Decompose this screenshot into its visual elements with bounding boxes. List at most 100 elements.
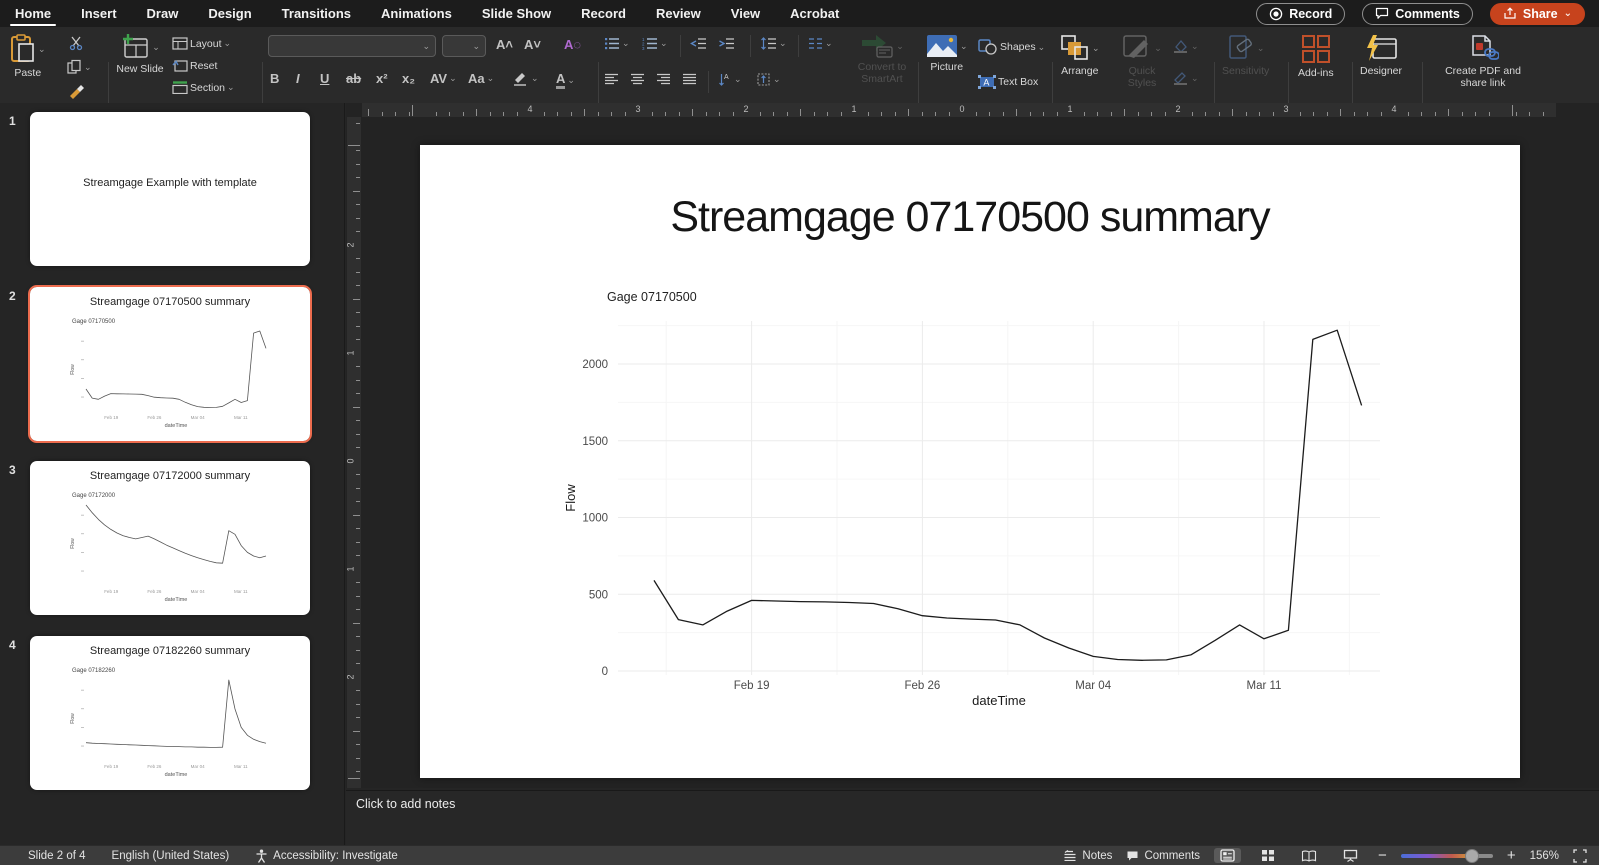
columns-button[interactable]: ⌄ bbox=[808, 37, 833, 50]
slide-thumbnail-3[interactable]: Streamgage 07172000 summaryGage 07172000… bbox=[30, 461, 310, 615]
record-button[interactable]: Record bbox=[1256, 3, 1345, 25]
create-pdf-button[interactable]: Create PDF and share link bbox=[1438, 34, 1528, 89]
ruler-tick bbox=[409, 112, 410, 116]
ruler-tick bbox=[760, 112, 761, 116]
comments-toggle[interactable]: Comments bbox=[1126, 850, 1200, 862]
format-painter-button[interactable] bbox=[68, 83, 86, 99]
quick-styles-button[interactable]: ⌄ Quick Styles bbox=[1116, 34, 1168, 89]
shape-outline-button[interactable]: ⌄ bbox=[1172, 71, 1199, 85]
highlight-color-button[interactable]: ⌄ bbox=[512, 71, 539, 86]
ruler-tick bbox=[1259, 112, 1260, 116]
increase-indent-button[interactable] bbox=[718, 37, 735, 50]
notes-panel[interactable]: Click to add notes bbox=[346, 790, 1599, 845]
shapes-button[interactable]: Shapes ⌄ bbox=[978, 39, 1045, 55]
align-center-button[interactable] bbox=[630, 73, 645, 85]
slide-editor[interactable]: Streamgage 07170500 summary 050010001500… bbox=[420, 145, 1520, 778]
menu-tab-acrobat[interactable]: Acrobat bbox=[775, 0, 854, 27]
sensitivity-button[interactable]: ⌄ Sensitivity bbox=[1222, 34, 1269, 77]
align-text-vertical-button[interactable]: ⌄ bbox=[756, 73, 781, 86]
designer-button[interactable]: Designer bbox=[1360, 34, 1402, 77]
layout-button[interactable]: Layout ⌄ bbox=[172, 37, 231, 50]
line-spacing-button[interactable]: ⌄ bbox=[760, 37, 787, 50]
arrange-button[interactable]: ⌄ Arrange bbox=[1060, 34, 1100, 77]
justify-button[interactable] bbox=[682, 73, 697, 85]
comments-button[interactable]: Comments bbox=[1362, 3, 1473, 25]
slideshow-view-button[interactable] bbox=[1337, 848, 1364, 863]
zoom-in-button[interactable]: + bbox=[1507, 847, 1516, 864]
bullet-list-button[interactable]: ⌄ bbox=[604, 37, 630, 50]
menu-tab-review[interactable]: Review bbox=[641, 0, 716, 27]
new-slide-button[interactable]: ⌄ New Slide bbox=[112, 34, 168, 75]
share-button[interactable]: Share ⌄ bbox=[1490, 3, 1585, 25]
ruler-tick bbox=[922, 112, 923, 116]
ruler-tick bbox=[517, 112, 518, 116]
ruler-edge-tick bbox=[348, 145, 360, 146]
bold-button[interactable]: B bbox=[270, 71, 279, 86]
superscript-button[interactable]: x² bbox=[376, 71, 388, 86]
menu-tab-transitions[interactable]: Transitions bbox=[267, 0, 366, 27]
align-right-button[interactable] bbox=[656, 73, 671, 85]
zoom-level[interactable]: 156% bbox=[1530, 850, 1559, 862]
align-left-button[interactable] bbox=[604, 73, 619, 85]
text-direction-button[interactable]: A ⌄ bbox=[718, 73, 742, 86]
ruler-tick bbox=[395, 112, 396, 116]
notes-toggle[interactable]: Notes bbox=[1063, 850, 1112, 862]
menu-tab-slide-show[interactable]: Slide Show bbox=[467, 0, 566, 27]
menu-tab-record[interactable]: Record bbox=[566, 0, 641, 27]
flow-chart[interactable]: 0500100015002000Feb 19Feb 26Mar 04Mar 11… bbox=[560, 285, 1390, 715]
clear-formatting-button[interactable]: A◌ bbox=[564, 37, 581, 52]
slide-thumbnail-4[interactable]: Streamgage 07182260 summaryGage 07182260… bbox=[30, 636, 310, 790]
fit-slide-button[interactable] bbox=[1573, 849, 1587, 863]
slide-thumbnail-panel[interactable]: 1Streamgage Example with template2Stream… bbox=[0, 103, 345, 845]
menu-tab-design[interactable]: Design bbox=[193, 0, 266, 27]
slide-sorter-view-button[interactable] bbox=[1255, 848, 1281, 863]
ruler-tick bbox=[814, 112, 815, 116]
shape-fill-button[interactable]: ⌄ bbox=[1172, 39, 1199, 53]
slide-thumbnail-2[interactable]: Streamgage 07170500 summaryGage 07170500… bbox=[30, 287, 310, 441]
italic-button[interactable]: I bbox=[296, 71, 300, 86]
normal-view-button[interactable] bbox=[1214, 848, 1241, 863]
reading-view-button[interactable] bbox=[1295, 849, 1323, 863]
strikethrough-button[interactable]: ab bbox=[346, 71, 361, 86]
slide-title[interactable]: Streamgage 07170500 summary bbox=[420, 193, 1520, 242]
shrink-font-button[interactable]: A˅ bbox=[524, 37, 541, 52]
notes-placeholder[interactable]: Click to add notes bbox=[356, 797, 455, 811]
slide-thumbnail-1[interactable]: Streamgage Example with template bbox=[30, 112, 310, 266]
grow-font-button[interactable]: A˄ bbox=[496, 37, 513, 52]
subscript-button[interactable]: x₂ bbox=[402, 71, 415, 86]
section-button[interactable]: Section ⌄ bbox=[172, 81, 235, 94]
cut-button[interactable] bbox=[68, 35, 84, 51]
reset-button[interactable]: Reset bbox=[172, 59, 217, 72]
font-color-button[interactable]: A⌄ bbox=[556, 71, 575, 89]
numbered-list-button[interactable]: 123 ⌄ bbox=[642, 37, 668, 50]
slide-counter[interactable]: Slide 2 of 4 bbox=[28, 850, 86, 862]
change-case-button[interactable]: Aa⌄ bbox=[468, 71, 494, 86]
picture-button[interactable]: ⌄ Picture bbox=[926, 34, 968, 73]
paste-button[interactable]: ⌄ Paste bbox=[10, 34, 46, 79]
clipboard-group: ⌄ Paste ⌄ bbox=[8, 27, 104, 103]
horizontal-ruler[interactable]: 432101234 bbox=[362, 103, 1556, 117]
convert-smartart-button[interactable]: ⌄ Convert to SmartArt bbox=[850, 34, 914, 85]
new-slide-label: New Slide bbox=[116, 63, 163, 75]
copy-button[interactable]: ⌄ bbox=[66, 59, 92, 75]
menu-tab-home[interactable]: Home bbox=[0, 0, 66, 27]
ruler-tick bbox=[1205, 112, 1206, 116]
menu-items: HomeInsertDrawDesignTransitionsAnimation… bbox=[0, 0, 854, 27]
language-selector[interactable]: English (United States) bbox=[112, 850, 230, 862]
character-spacing-button[interactable]: AV⌄ bbox=[430, 71, 457, 86]
vertical-ruler[interactable]: 21012 bbox=[347, 117, 361, 788]
menu-tab-animations[interactable]: Animations bbox=[366, 0, 467, 27]
menu-tab-draw[interactable]: Draw bbox=[132, 0, 194, 27]
menu-tab-insert[interactable]: Insert bbox=[66, 0, 131, 27]
zoom-out-button[interactable]: − bbox=[1378, 847, 1387, 864]
font-name-select[interactable]: ⌄ bbox=[268, 35, 436, 57]
font-size-select[interactable]: ⌄ bbox=[442, 35, 486, 57]
accessibility-status[interactable]: Accessibility: Investigate bbox=[255, 849, 398, 863]
decrease-indent-button[interactable] bbox=[690, 37, 707, 50]
text-box-button[interactable]: A Text Box bbox=[978, 75, 1038, 89]
addins-button[interactable]: Add-ins bbox=[1298, 34, 1334, 79]
zoom-slider[interactable] bbox=[1401, 854, 1493, 858]
zoom-slider-thumb[interactable] bbox=[1465, 849, 1479, 863]
menu-tab-view[interactable]: View bbox=[716, 0, 775, 27]
underline-button[interactable]: U bbox=[320, 71, 329, 86]
